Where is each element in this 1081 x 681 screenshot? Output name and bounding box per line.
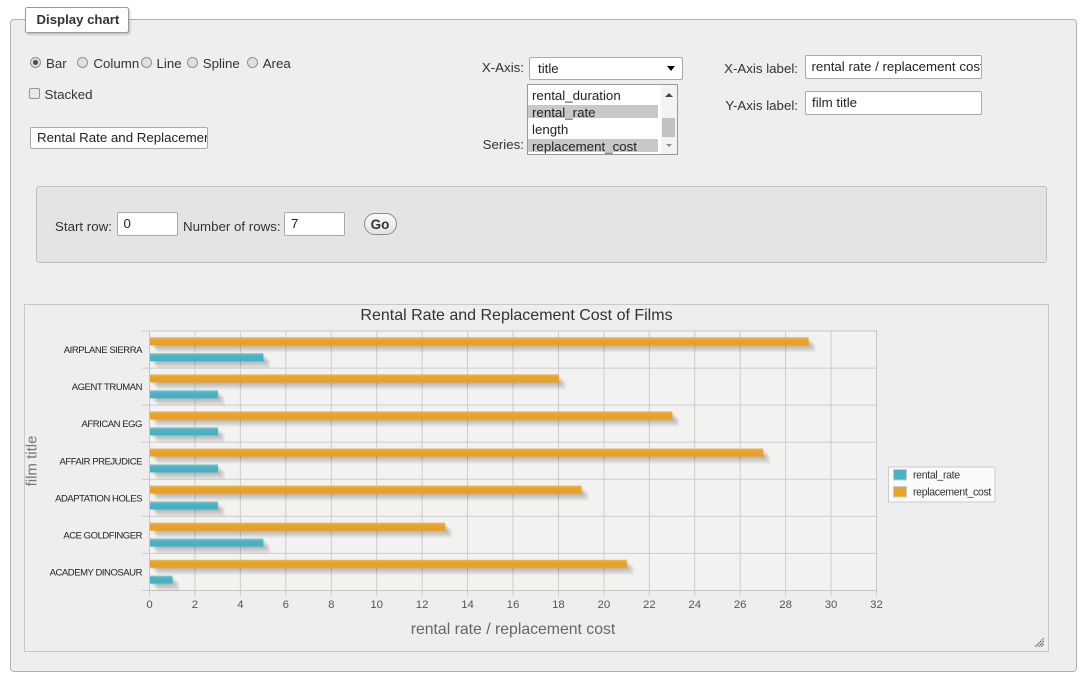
svg-text:ADAPTATION HOLES: ADAPTATION HOLES [55,493,142,504]
svg-text:20: 20 [598,599,611,611]
svg-text:film title: film title [23,436,40,487]
svg-text:AFFAIR PREJUDICE: AFFAIR PREJUDICE [59,456,142,467]
svg-text:32: 32 [870,599,883,611]
svg-text:AIRPLANE SIERRA: AIRPLANE SIERRA [64,345,143,356]
svg-text:Rental Rate and Replacement Co: Rental Rate and Replacement Cost of Film… [360,307,672,324]
svg-text:0: 0 [146,599,152,611]
svg-text:30: 30 [825,599,838,611]
svg-text:ACE GOLDFINGER: ACE GOLDFINGER [63,530,142,541]
svg-text:AFRICAN EGG: AFRICAN EGG [81,419,142,430]
svg-text:24: 24 [688,599,701,611]
svg-text:22: 22 [643,599,656,611]
svg-text:ACADEMY DINOSAUR: ACADEMY DINOSAUR [50,567,143,578]
svg-text:12: 12 [416,599,429,611]
svg-text:replacement_cost: replacement_cost [913,487,991,499]
svg-text:rental rate / replacement cost: rental rate / replacement cost [411,621,616,638]
svg-text:6: 6 [283,599,289,611]
svg-text:AGENT TRUMAN: AGENT TRUMAN [72,382,143,393]
svg-text:14: 14 [461,599,474,611]
svg-text:4: 4 [237,599,243,611]
svg-text:26: 26 [734,599,747,611]
svg-text:10: 10 [370,599,383,611]
svg-text:2: 2 [192,599,198,611]
svg-text:rental_rate: rental_rate [913,470,960,482]
svg-text:28: 28 [779,599,792,611]
svg-text:8: 8 [328,599,334,611]
svg-text:18: 18 [552,599,565,611]
svg-text:16: 16 [507,599,520,611]
